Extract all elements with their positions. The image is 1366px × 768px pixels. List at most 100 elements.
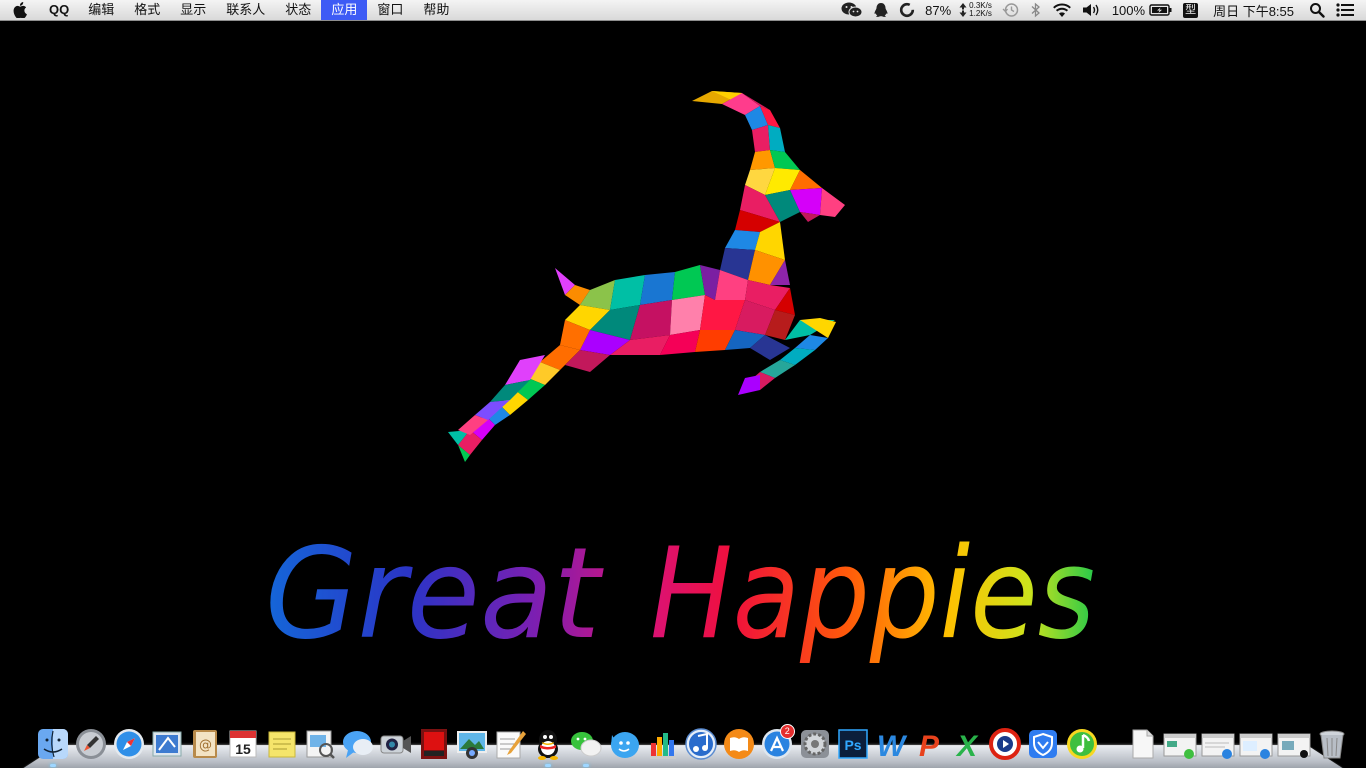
ibooks-icon — [723, 729, 754, 759]
qq-status[interactable] — [868, 0, 894, 20]
dock-app-store[interactable]: 2 — [760, 724, 795, 761]
excel-label: X — [955, 730, 979, 761]
volume-status[interactable] — [1077, 0, 1107, 20]
textedit-icon — [496, 731, 527, 759]
svg-text:@: @ — [199, 738, 212, 753]
facetime-icon — [380, 735, 411, 754]
qq-browser-icon — [611, 732, 640, 758]
headline: Great Happies — [265, 520, 1095, 667]
menu-bar: QQ 编辑 格式 显示 联系人 状态 应用 窗口 帮助 87% 0.3K/s 1… — [0, 0, 1366, 21]
gazelle-illustration — [448, 91, 845, 462]
minimized-window-thumbnail-icon — [1239, 733, 1273, 759]
wechat-tray-icon — [841, 2, 863, 18]
contacts-icon: @ — [193, 730, 218, 758]
wifi-status[interactable] — [1047, 0, 1077, 20]
network-speed-status[interactable]: 0.3K/s 1.2K/s — [956, 0, 997, 20]
dock-facetime[interactable] — [379, 727, 413, 761]
dock-itunes[interactable] — [684, 727, 718, 761]
dock-calendar[interactable]: 15 — [226, 727, 260, 761]
minimized-window-thumbnail-icon — [1201, 733, 1235, 759]
dock-wechat[interactable] — [569, 727, 603, 767]
photo-booth-icon — [420, 729, 447, 759]
menu-apps[interactable]: 应用 — [321, 0, 368, 20]
document-icon — [1132, 729, 1154, 759]
menu-status[interactable]: 状态 — [275, 0, 321, 20]
dock-minimized-window-4[interactable] — [1277, 727, 1311, 761]
mail-icon — [152, 731, 182, 757]
calendar-icon: 15 — [229, 730, 257, 758]
time-machine-icon — [1002, 3, 1019, 17]
net-download-speed: 1.2K/s — [969, 9, 992, 18]
dock-video-player[interactable] — [988, 727, 1022, 761]
dock-qq-browser[interactable] — [607, 727, 641, 761]
qq-music-icon — [1066, 729, 1097, 759]
system-preferences-icon — [800, 730, 829, 758]
clock-label: 周日 下午8:55 — [1213, 3, 1294, 19]
dock-document[interactable] — [1125, 727, 1159, 761]
wechat-status[interactable] — [836, 0, 868, 20]
security-shield-icon — [1029, 730, 1058, 758]
menu-help[interactable]: 帮助 — [413, 0, 459, 20]
photoshop-label: Ps — [844, 737, 861, 753]
dock-contacts[interactable]: @ — [188, 727, 222, 761]
volume-percent-label: 100% — [1111, 2, 1146, 18]
updown-arrows-icon — [959, 3, 967, 17]
dock-iphoto[interactable] — [455, 727, 489, 761]
dock-preview[interactable] — [303, 727, 337, 761]
dock-safari[interactable] — [112, 727, 146, 761]
dock: @ 15 2 Ps W P X — [36, 721, 1345, 767]
dock-word[interactable]: W — [874, 727, 908, 761]
dock-photoshop[interactable]: Ps — [836, 727, 870, 761]
qq-penguin-tray-icon — [874, 3, 888, 17]
dock-security-shield[interactable] — [1026, 727, 1060, 761]
notification-center-button[interactable] — [1330, 0, 1366, 20]
dock-stickies[interactable] — [265, 727, 299, 761]
app-store-update-badge: 2 — [779, 724, 795, 739]
menu-edit[interactable]: 编辑 — [78, 0, 124, 20]
dock-minimized-window-1[interactable] — [1163, 727, 1197, 761]
dock-textedit[interactable] — [493, 727, 527, 761]
dock-ibooks[interactable] — [722, 727, 756, 761]
dock-qq-music[interactable] — [1065, 727, 1099, 761]
spotlight-button[interactable] — [1304, 0, 1330, 20]
menu-contacts[interactable]: 联系人 — [216, 0, 275, 20]
dock-system-preferences[interactable] — [798, 727, 832, 761]
input-method-badge: 型 — [1183, 2, 1199, 18]
time-machine-status[interactable] — [997, 0, 1025, 20]
dock-minimized-window-3[interactable] — [1239, 727, 1273, 761]
dock-mail[interactable] — [150, 727, 184, 761]
preview-icon — [306, 730, 335, 759]
dock-numbers[interactable] — [646, 727, 680, 761]
dock-trash[interactable] — [1315, 727, 1349, 761]
battery-status[interactable]: 100% — [1107, 0, 1178, 20]
running-indicator — [50, 764, 56, 767]
dock-qq[interactable] — [531, 727, 565, 767]
powerpoint-icon: P — [919, 730, 940, 761]
dock-powerpoint[interactable]: P — [912, 727, 946, 761]
apple-menu[interactable] — [0, 0, 40, 20]
word-icon: W — [877, 730, 908, 761]
dock-messages[interactable] — [341, 727, 375, 761]
calendar-day: 15 — [236, 741, 252, 757]
bluetooth-status[interactable] — [1025, 0, 1047, 20]
dock-photo-booth[interactable] — [417, 727, 451, 761]
dock-minimized-window-2[interactable] — [1201, 727, 1235, 761]
safari-icon — [114, 729, 145, 759]
app-name-menu[interactable]: QQ — [40, 0, 78, 20]
menu-window[interactable]: 窗口 — [367, 0, 413, 20]
minimized-window-thumbnail-icon — [1163, 733, 1197, 759]
dock-finder[interactable] — [36, 727, 70, 767]
dock-launchpad[interactable] — [74, 727, 108, 761]
photoshop-icon: Ps — [838, 729, 868, 759]
trash-icon — [1319, 730, 1345, 759]
clock-status[interactable]: 周日 下午8:55 — [1203, 0, 1304, 20]
input-method-status[interactable]: 型 — [1178, 0, 1203, 20]
running-indicator — [545, 764, 552, 767]
sync-status[interactable] — [894, 0, 920, 20]
menu-view[interactable]: 显示 — [170, 0, 216, 20]
menu-format[interactable]: 格式 — [124, 0, 170, 20]
dock-excel[interactable]: X — [950, 727, 984, 761]
battery-charging-icon — [1149, 4, 1172, 16]
battery-percent-status[interactable]: 87% — [920, 0, 956, 20]
desktop: QQ 编辑 格式 显示 联系人 状态 应用 窗口 帮助 87% 0.3K/s 1… — [0, 0, 1366, 768]
